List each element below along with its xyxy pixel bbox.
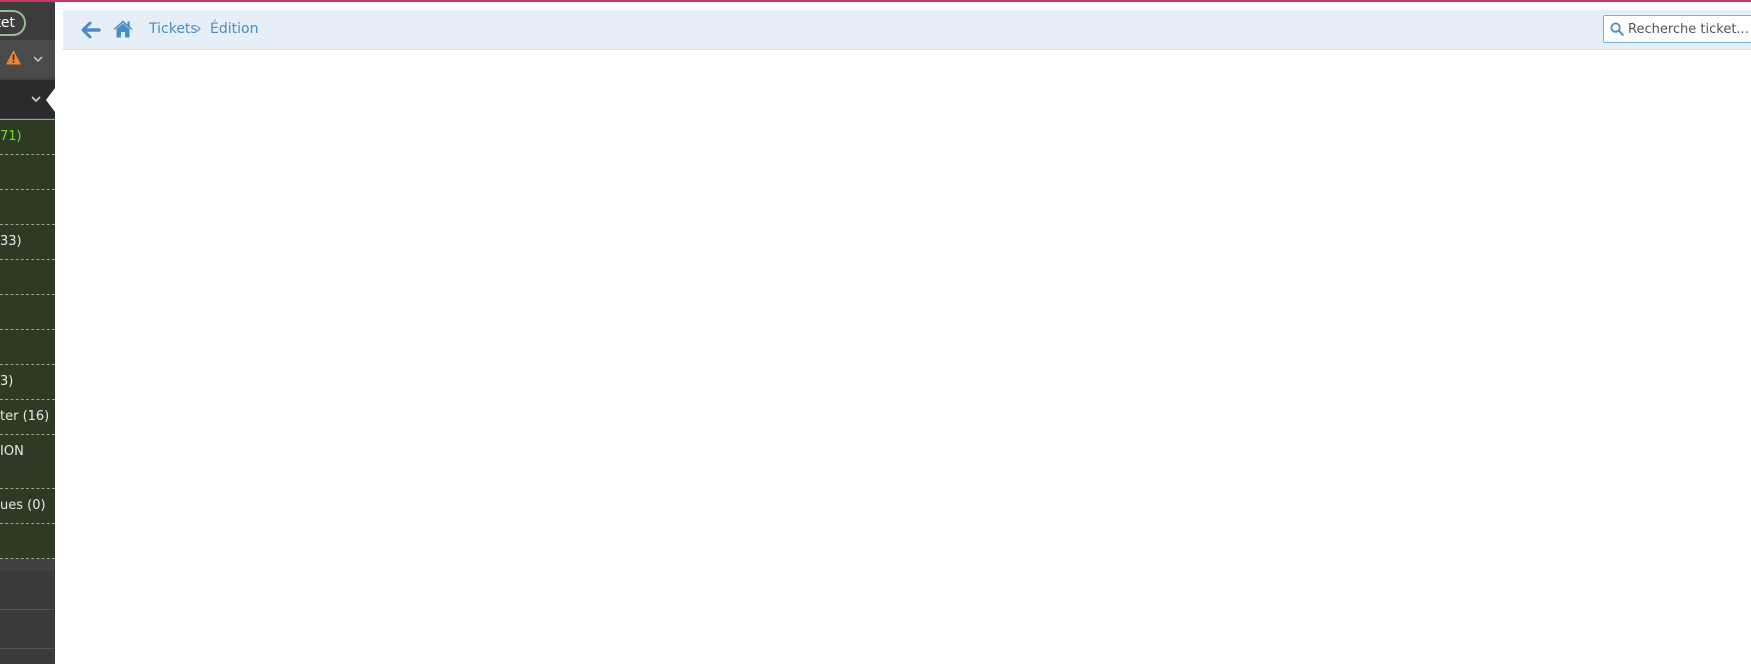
breadcrumb-edition-link[interactable]: Édition [210, 21, 258, 37]
sidebar-item[interactable]: 71) [0, 120, 55, 155]
sidebar-item[interactable]: ter (16) [0, 400, 55, 435]
chevron-down-icon [31, 96, 41, 103]
sidebar-footer-item[interactable] [0, 610, 55, 649]
sidebar-item-label: 3) [0, 374, 14, 389]
sidebar-item[interactable] [0, 260, 55, 295]
sidebar-item[interactable]: ION [0, 435, 55, 489]
sidebar-item[interactable] [0, 330, 55, 365]
sidebar-active-pointer [46, 88, 55, 112]
sidebar-alerts-toggle[interactable] [0, 40, 55, 78]
search-box[interactable] [1603, 15, 1751, 43]
sidebar-item[interactable] [0, 155, 55, 190]
back-arrow-icon[interactable] [81, 20, 101, 40]
top-accent-bar [0, 0, 1751, 2]
search-input[interactable] [1628, 18, 1751, 40]
sidebar-footer-item[interactable] [0, 649, 55, 664]
sidebar-item[interactable] [0, 295, 55, 330]
sidebar-item-label: 71) [0, 129, 22, 144]
chevron-down-icon [33, 56, 43, 63]
sidebar-item[interactable] [0, 190, 55, 225]
sidebar-ticket-list: 71) 33) 3) ter (16) ION ues (0) [0, 119, 55, 559]
sidebar-item-label: ues (0) [0, 498, 46, 513]
home-icon[interactable] [112, 19, 134, 39]
sidebar-footer-item[interactable] [0, 571, 55, 610]
sidebar-item[interactable]: 3) [0, 365, 55, 400]
sidebar-item[interactable] [0, 524, 55, 559]
search-icon [1610, 22, 1624, 36]
sidebar: ket 71) 33) 3) ter (16) ION ues (0) [0, 0, 55, 664]
sidebar-item-label: ION [0, 444, 24, 459]
breadcrumb: Tickets › Édition [63, 10, 1751, 50]
sidebar-item-label: 33) [0, 234, 22, 249]
sidebar-item-label: ter (16) [0, 409, 50, 424]
warning-icon [6, 50, 21, 65]
sidebar-item[interactable]: 33) [0, 225, 55, 260]
sidebar-topbar: ket [0, 0, 55, 40]
sidebar-item[interactable]: ues (0) [0, 489, 55, 524]
breadcrumb-tickets-link[interactable]: Tickets [149, 21, 198, 37]
new-ticket-button[interactable]: ket [0, 10, 26, 36]
breadcrumb-separator: › [196, 21, 202, 37]
